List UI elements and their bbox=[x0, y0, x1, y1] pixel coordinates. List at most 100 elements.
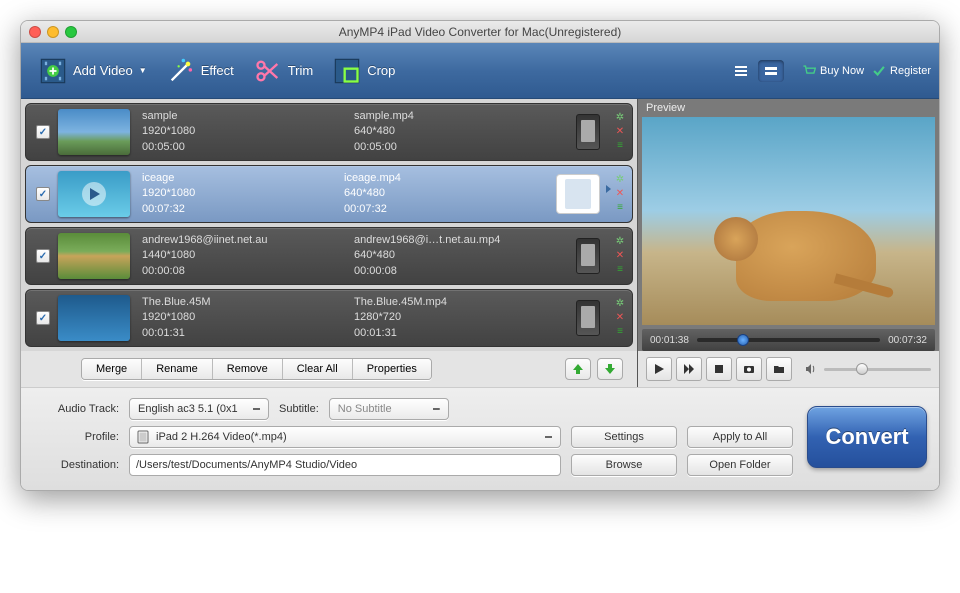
add-icon[interactable]: ≡ bbox=[614, 140, 626, 152]
file-row[interactable]: ✓ iceage 1920*1080 00:07:32 iceage.mp4 6… bbox=[25, 165, 633, 223]
delete-icon[interactable]: ✕ bbox=[614, 188, 626, 200]
play-icon bbox=[653, 363, 665, 375]
seek-slider[interactable] bbox=[697, 338, 880, 342]
thumbnail[interactable] bbox=[58, 171, 130, 217]
ipad-icon[interactable] bbox=[556, 174, 600, 214]
delete-icon[interactable]: ✕ bbox=[614, 250, 626, 262]
effect-button[interactable]: Effect bbox=[157, 51, 244, 91]
add-video-button[interactable]: Add Video ▼ bbox=[29, 51, 157, 91]
forward-icon bbox=[683, 363, 695, 375]
play-button[interactable] bbox=[646, 357, 672, 381]
source-meta: iceage 1920*1080 00:07:32 bbox=[142, 171, 344, 217]
toolbar: Add Video ▼ Effect Trim Crop Buy Now Reg… bbox=[21, 43, 939, 99]
row-action-buttons: ✲ ✕ ≡ bbox=[614, 174, 626, 214]
thumbnail[interactable] bbox=[58, 109, 130, 155]
preview-canvas[interactable] bbox=[642, 117, 935, 325]
gear-icon[interactable]: ✲ bbox=[614, 174, 626, 186]
preview-label: Preview bbox=[638, 99, 939, 117]
app-window: AnyMP4 iPad Video Converter for Mac(Unre… bbox=[20, 20, 940, 491]
properties-button[interactable]: Properties bbox=[353, 359, 431, 379]
gear-icon[interactable]: ✲ bbox=[614, 236, 626, 248]
thumbnail[interactable] bbox=[58, 233, 130, 279]
move-up-button[interactable] bbox=[565, 358, 591, 380]
gear-icon[interactable]: ✲ bbox=[614, 112, 626, 124]
snapshot-folder-button[interactable] bbox=[766, 357, 792, 381]
list-view-button[interactable] bbox=[728, 60, 754, 82]
cart-icon bbox=[802, 64, 816, 78]
audio-track-select[interactable]: English ac3 5.1 (0x1 bbox=[129, 398, 269, 420]
arrow-up-icon bbox=[571, 362, 585, 376]
phone-icon[interactable] bbox=[576, 300, 600, 336]
settings-button[interactable]: Settings bbox=[571, 426, 677, 448]
row-checkbox[interactable]: ✓ bbox=[36, 311, 50, 325]
forward-button[interactable] bbox=[676, 357, 702, 381]
row-action-buttons: ✲ ✕ ≡ bbox=[614, 236, 626, 276]
time-current: 00:01:38 bbox=[650, 335, 689, 346]
window-title: AnyMP4 iPad Video Converter for Mac(Unre… bbox=[21, 25, 939, 39]
thumb-view-button[interactable] bbox=[758, 60, 784, 82]
rename-button[interactable]: Rename bbox=[142, 359, 213, 379]
subtitle-label: Subtitle: bbox=[279, 403, 319, 415]
arrow-down-icon bbox=[603, 362, 617, 376]
stop-button[interactable] bbox=[706, 357, 732, 381]
add-icon[interactable]: ≡ bbox=[614, 326, 626, 338]
camera-icon bbox=[743, 363, 755, 375]
file-row[interactable]: ✓ The.Blue.45M 1920*1080 00:01:31 The.Bl… bbox=[25, 289, 633, 347]
file-row[interactable]: ✓ sample 1920*1080 00:05:00 sample.mp4 6… bbox=[25, 103, 633, 161]
remove-button[interactable]: Remove bbox=[213, 359, 283, 379]
file-list-panel: ✓ sample 1920*1080 00:05:00 sample.mp4 6… bbox=[21, 99, 637, 387]
clear-all-button[interactable]: Clear All bbox=[283, 359, 353, 379]
thumb-icon bbox=[764, 64, 778, 78]
delete-icon[interactable]: ✕ bbox=[614, 126, 626, 138]
stop-icon bbox=[713, 363, 725, 375]
phone-icon[interactable] bbox=[576, 238, 600, 274]
snapshot-button[interactable] bbox=[736, 357, 762, 381]
output-meta: sample.mp4 640*480 00:05:00 bbox=[354, 109, 566, 155]
check-icon bbox=[872, 64, 886, 78]
convert-button[interactable]: Convert bbox=[807, 406, 927, 468]
destination-label: Destination: bbox=[33, 459, 119, 471]
open-folder-button[interactable]: Open Folder bbox=[687, 454, 793, 476]
subtitle-select[interactable]: No Subtitle bbox=[329, 398, 449, 420]
row-action-buttons: ✲ ✕ ≡ bbox=[614, 298, 626, 338]
bottom-panel: Audio Track: English ac3 5.1 (0x1 Subtit… bbox=[21, 387, 939, 490]
merge-button[interactable]: Merge bbox=[82, 359, 142, 379]
apply-all-button[interactable]: Apply to All bbox=[687, 426, 793, 448]
trim-button[interactable]: Trim bbox=[244, 51, 324, 91]
row-checkbox[interactable]: ✓ bbox=[36, 187, 50, 201]
output-meta: iceage.mp4 640*480 00:07:32 bbox=[344, 171, 546, 217]
profile-select[interactable]: iPad 2 H.264 Video(*.mp4) bbox=[129, 426, 561, 448]
effect-label: Effect bbox=[201, 63, 234, 78]
buy-now-link[interactable]: Buy Now bbox=[802, 64, 864, 78]
thumbnail[interactable] bbox=[58, 295, 130, 341]
add-video-label: Add Video bbox=[73, 63, 133, 78]
titlebar: AnyMP4 iPad Video Converter for Mac(Unre… bbox=[21, 21, 939, 43]
volume-slider[interactable] bbox=[824, 368, 931, 371]
speaker-icon bbox=[804, 362, 818, 376]
wand-icon bbox=[167, 57, 195, 85]
destination-input[interactable]: /Users/test/Documents/AnyMP4 Studio/Vide… bbox=[129, 454, 561, 476]
delete-icon[interactable]: ✕ bbox=[614, 312, 626, 324]
profile-label: Profile: bbox=[33, 431, 119, 443]
crop-button[interactable]: Crop bbox=[323, 51, 405, 91]
transport-bar: 00:01:38 00:07:32 bbox=[642, 329, 935, 351]
gear-icon[interactable]: ✲ bbox=[614, 298, 626, 310]
add-icon[interactable]: ≡ bbox=[614, 264, 626, 276]
row-checkbox[interactable]: ✓ bbox=[36, 125, 50, 139]
list-icon bbox=[734, 64, 748, 78]
move-down-button[interactable] bbox=[597, 358, 623, 380]
browse-button[interactable]: Browse bbox=[571, 454, 677, 476]
add-icon[interactable]: ≡ bbox=[614, 202, 626, 214]
phone-icon[interactable] bbox=[576, 114, 600, 150]
output-meta: The.Blue.45M.mp4 1280*720 00:01:31 bbox=[354, 295, 566, 341]
file-row[interactable]: ✓ andrew1968@iinet.net.au 1440*1080 00:0… bbox=[25, 227, 633, 285]
playback-controls bbox=[638, 351, 939, 387]
row-checkbox[interactable]: ✓ bbox=[36, 249, 50, 263]
register-link[interactable]: Register bbox=[872, 64, 931, 78]
trim-label: Trim bbox=[288, 63, 314, 78]
source-meta: andrew1968@iinet.net.au 1440*1080 00:00:… bbox=[142, 233, 354, 279]
source-meta: The.Blue.45M 1920*1080 00:01:31 bbox=[142, 295, 354, 341]
source-meta: sample 1920*1080 00:05:00 bbox=[142, 109, 354, 155]
ipad-icon bbox=[136, 430, 150, 444]
row-action-buttons: ✲ ✕ ≡ bbox=[614, 112, 626, 152]
